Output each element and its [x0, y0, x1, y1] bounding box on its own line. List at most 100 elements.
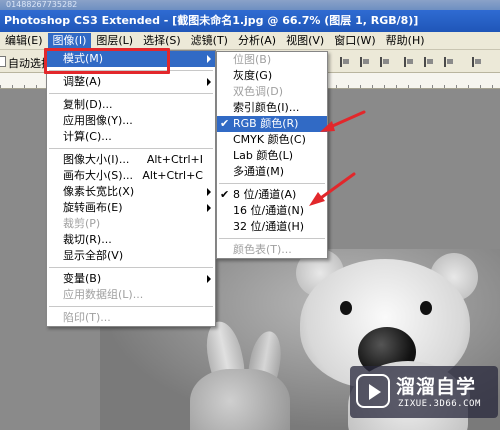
bear-eye: [340, 301, 352, 315]
menu-item-adjustments[interactable]: 调整(A): [47, 74, 215, 90]
menu-item-label: Lab 颜色(L): [233, 149, 294, 162]
watermark: 溜溜自学 ZIXUE.3D66.COM: [350, 366, 498, 418]
menu-item-label: 计算(C)...: [63, 130, 112, 143]
menu-item-pixel-aspect-ratio[interactable]: 像素长宽比(X): [47, 184, 215, 200]
menu-bar: 编辑(E) 图像(I) 图层(L) 选择(S) 滤镜(T) 分析(A) 视图(V…: [0, 32, 500, 50]
menu-item-calculations[interactable]: 计算(C)...: [47, 129, 215, 145]
arrow-right-icon: [207, 78, 211, 86]
menu-select[interactable]: 选择(S): [138, 33, 186, 49]
menu-item-8-bits[interactable]: ✔ 8 位/通道(A): [217, 187, 327, 203]
menu-item-shortcut: Alt+Ctrl+C: [142, 169, 203, 182]
menu-item-cmyk-color[interactable]: CMYK 颜色(C): [217, 132, 327, 148]
arrow-right-icon: [207, 55, 211, 63]
menu-item-label: 画布大小(S)...: [63, 169, 134, 182]
align-right-icon[interactable]: [376, 54, 392, 69]
menu-analysis[interactable]: 分析(A): [233, 33, 281, 49]
menu-separator: [49, 93, 213, 94]
menu-item-label: 应用图像(Y)...: [63, 114, 133, 127]
menu-item-variables[interactable]: 变量(B): [47, 271, 215, 287]
menu-item-label: RGB 颜色(R): [233, 117, 299, 130]
menu-item-grayscale[interactable]: 灰度(G): [217, 68, 327, 84]
menu-item-label: 位图(B): [233, 53, 272, 66]
menu-item-rotate-canvas[interactable]: 旋转画布(E): [47, 200, 215, 216]
arrow-right-icon: [207, 188, 211, 196]
auto-select-checkbox[interactable]: [0, 56, 6, 67]
checkmark-icon: ✔: [220, 188, 230, 201]
window-title: Photoshop CS3 Extended - [截图未命名1.jpg @ 6…: [4, 14, 419, 27]
menu-item-label: 应用数据组(L)...: [63, 288, 144, 301]
bear-eye: [420, 301, 432, 315]
distribute-middle-icon[interactable]: [420, 54, 436, 69]
menu-item-crop[interactable]: 裁剪(P): [47, 216, 215, 232]
menu-item-bitmap[interactable]: 位图(B): [217, 52, 327, 68]
menu-item-trap[interactable]: 陷印(T)...: [47, 310, 215, 326]
menu-item-apply-data-set[interactable]: 应用数据组(L)...: [47, 287, 215, 303]
menu-item-label: 灰度(G): [233, 69, 273, 82]
menu-item-label: 索引颜色(I)...: [233, 101, 300, 114]
menu-item-canvas-size[interactable]: 画布大小(S)... Alt+Ctrl+C: [47, 168, 215, 184]
menu-item-indexed-color[interactable]: 索引颜色(I)...: [217, 100, 327, 116]
distribute-top-icon[interactable]: [400, 54, 416, 69]
menu-item-mode[interactable]: 模式(M): [47, 51, 215, 67]
watermark-url: ZIXUE.3D66.COM: [398, 399, 481, 409]
menu-item-lab-color[interactable]: Lab 颜色(L): [217, 148, 327, 164]
menu-window[interactable]: 窗口(W): [329, 33, 380, 49]
menu-item-reveal-all[interactable]: 显示全部(V): [47, 248, 215, 264]
arrow-right-icon: [207, 275, 211, 283]
menu-separator: [49, 267, 213, 268]
menu-item-duotone[interactable]: 双色调(D): [217, 84, 327, 100]
menu-item-label: 裁剪(P): [63, 217, 101, 230]
menu-item-label: 16 位/通道(N): [233, 204, 305, 217]
mode-submenu: 位图(B) 灰度(G) 双色调(D) 索引颜色(I)... ✔ RGB 颜色(R…: [216, 51, 328, 259]
menu-item-label: 陷印(T)...: [63, 311, 111, 324]
align-left-icon[interactable]: [336, 54, 352, 69]
menu-item-rgb-color[interactable]: ✔ RGB 颜色(R): [217, 116, 327, 132]
watermark-name: 溜溜自学: [396, 376, 477, 398]
menu-item-color-table[interactable]: 颜色表(T)...: [217, 242, 327, 258]
distribute-bottom-icon[interactable]: [440, 54, 456, 69]
menu-item-16-bits[interactable]: 16 位/通道(N): [217, 203, 327, 219]
menu-item-label: CMYK 颜色(C): [233, 133, 306, 146]
menu-item-label: 变量(B): [63, 272, 102, 285]
window-title-bar: Photoshop CS3 Extended - [截图未命名1.jpg @ 6…: [0, 10, 500, 32]
menu-item-label: 旋转画布(E): [63, 201, 123, 214]
menu-item-label: 模式(M): [63, 52, 104, 65]
menu-separator: [219, 183, 325, 184]
arrow-right-icon: [207, 204, 211, 212]
menu-item-apply-image[interactable]: 应用图像(Y)...: [47, 113, 215, 129]
align-center-icon[interactable]: [356, 54, 372, 69]
menu-layer[interactable]: 图层(L): [91, 33, 138, 49]
menu-image[interactable]: 图像(I): [47, 32, 92, 49]
menu-item-label: 裁切(R)...: [63, 233, 112, 246]
menu-item-label: 图像大小(I)...: [63, 153, 130, 166]
menu-view[interactable]: 视图(V): [281, 33, 329, 49]
menu-item-trim[interactable]: 裁切(R)...: [47, 232, 215, 248]
menu-item-label: 32 位/通道(H): [233, 220, 305, 233]
menu-item-label: 调整(A): [63, 75, 102, 88]
menu-item-label: 双色调(D): [233, 85, 284, 98]
menu-item-shortcut: Alt+Ctrl+I: [146, 153, 203, 166]
menu-item-image-size[interactable]: 图像大小(I)... Alt+Ctrl+I: [47, 152, 215, 168]
menu-item-label: 复制(D)...: [63, 98, 113, 111]
menu-separator: [49, 148, 213, 149]
menu-filter[interactable]: 滤镜(T): [186, 33, 233, 49]
menu-separator: [49, 306, 213, 307]
menu-item-duplicate[interactable]: 复制(D)...: [47, 97, 215, 113]
play-logo-icon: [356, 374, 390, 408]
distribute-horizontal-icon[interactable]: [468, 54, 484, 69]
checkmark-icon: ✔: [220, 117, 230, 130]
bunny-toy: [190, 369, 290, 430]
menu-item-label: 8 位/通道(A): [233, 188, 297, 201]
menu-help[interactable]: 帮助(H): [381, 33, 430, 49]
menu-item-label: 像素长宽比(X): [63, 185, 135, 198]
menu-separator: [219, 238, 325, 239]
menu-item-label: 颜色表(T)...: [233, 243, 292, 256]
image-menu-dropdown: 模式(M) 调整(A) 复制(D)... 应用图像(Y)... 计算(C)...…: [46, 50, 216, 327]
menu-item-32-bits[interactable]: 32 位/通道(H): [217, 219, 327, 235]
prior-window-strip: 01488267735282: [0, 0, 500, 10]
menu-item-label: 显示全部(V): [63, 249, 124, 262]
menu-edit[interactable]: 编辑(E): [0, 33, 48, 49]
menu-separator: [49, 70, 213, 71]
menu-item-label: 多通道(M): [233, 165, 285, 178]
menu-item-multichannel[interactable]: 多通道(M): [217, 164, 327, 180]
